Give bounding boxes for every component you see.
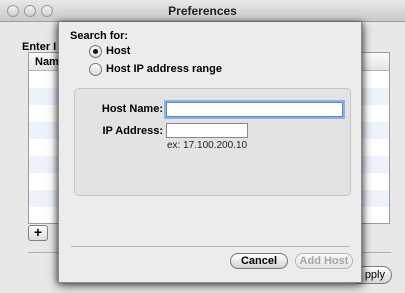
- ip-range-radio-button[interactable]: [89, 62, 102, 76]
- host-name-label: Host Name:: [101, 103, 163, 115]
- host-radio-button[interactable]: [89, 44, 102, 58]
- sheet-divider: [71, 246, 349, 247]
- search-for-label: Search for:: [70, 30, 129, 42]
- window-title: Preferences: [168, 4, 237, 18]
- ip-address-field[interactable]: [166, 123, 248, 138]
- host-radio-option[interactable]: Host: [89, 44, 130, 58]
- cancel-button[interactable]: Cancel: [230, 253, 288, 269]
- host-name-field[interactable]: [166, 102, 343, 117]
- ip-address-label: IP Address:: [102, 125, 163, 137]
- add-host-button[interactable]: Add Host: [295, 253, 353, 269]
- host-radio-label[interactable]: Host: [106, 45, 130, 57]
- host-details-group: Host Name: IP Address: ex: 17.100.200.10: [74, 88, 351, 196]
- ip-range-radio-option[interactable]: Host IP address range: [89, 62, 222, 76]
- add-host-plus-button[interactable]: +: [28, 225, 48, 241]
- title-bar: Preferences: [0, 0, 405, 22]
- ip-example-hint: ex: 17.100.200.10: [167, 140, 248, 151]
- add-host-sheet: Search for: Host Host IP address range H…: [58, 22, 362, 283]
- ip-range-radio-label[interactable]: Host IP address range: [106, 63, 222, 75]
